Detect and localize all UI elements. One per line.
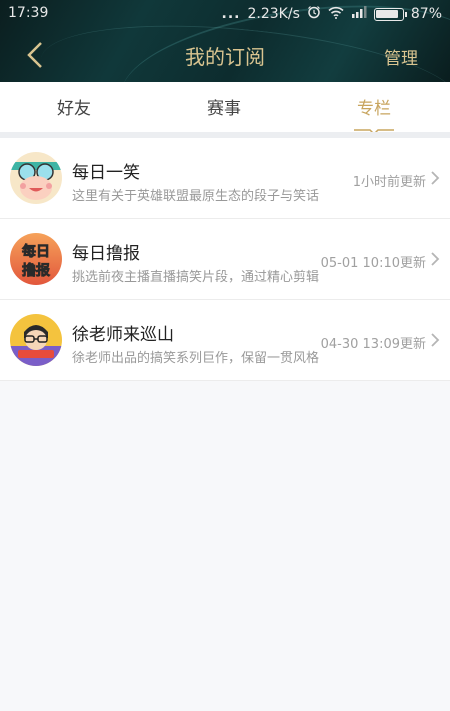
status-bar: 17:39 ... 2.23K/s 87% [0,0,450,28]
manage-button[interactable]: 管理 [384,44,418,69]
item-update-time: 1小时前更新 [352,175,426,190]
network-speed: 2.23K/s [247,6,300,22]
wifi-icon [328,6,344,23]
tab-friends[interactable]: 好友 [34,94,114,119]
battery-percent: 87% [410,6,442,22]
item-title: 每日一笑 [72,163,140,183]
item-title: 徐老师来巡山 [72,325,174,345]
tab-columns-label: 专栏 [357,99,391,119]
status-time: 17:39 [8,5,49,21]
item-description: 徐老师出品的搞笑系列巨作，保留一贯风格 [72,351,320,366]
signal-icon [351,6,367,22]
page-title: 我的订阅 [185,45,265,69]
svg-text:每日: 每日 [22,243,50,260]
svg-text:撸报: 撸报 [22,262,50,279]
battery-fill [375,9,398,18]
list-item[interactable]: 每日一笑 这里有关于英雄联盟最原生态的段子与笑话 1小时前更新 [0,138,450,219]
subscription-list: 每日一笑 这里有关于英雄联盟最原生态的段子与笑话 1小时前更新 每日 撸报 每日… [0,138,450,381]
chevron-right-icon [431,333,440,347]
item-update-time: 05-01 10:10更新 [320,256,426,271]
alarm-icon [307,5,321,23]
item-description: 这里有关于英雄联盟最原生态的段子与笑话 [72,189,320,204]
teacher-cartoon-icon [10,314,62,366]
list-item[interactable]: 每日 撸报 每日撸报 挑选前夜主播直播搞笑片段，通过精心剪辑 05-01 10:… [0,219,450,300]
item-update-time: 04-30 13:09更新 [320,337,426,352]
item-description: 挑选前夜主播直播搞笑片段，通过精心剪辑 [72,270,320,285]
tab-columns[interactable]: 专栏 [334,94,414,136]
cartoon-face-icon [10,152,62,204]
more-dots-icon: ... [221,6,241,22]
list-item[interactable]: 徐老师来巡山 徐老师出品的搞笑系列巨作，保留一贯风格 04-30 13:09更新 [0,300,450,381]
battery-icon [373,7,407,21]
item-title: 每日撸报 [72,244,140,264]
tab-events[interactable]: 赛事 [184,94,264,119]
chevron-right-icon [431,171,440,185]
daily-report-logo-icon: 每日 撸报 [10,233,62,285]
nav-bar: 我的订阅 管理 [0,28,450,82]
status-indicators: ... 2.23K/s 87% [222,5,442,23]
chevron-right-icon [431,252,440,266]
tab-bar: 好友 赛事 专栏 [0,82,450,136]
